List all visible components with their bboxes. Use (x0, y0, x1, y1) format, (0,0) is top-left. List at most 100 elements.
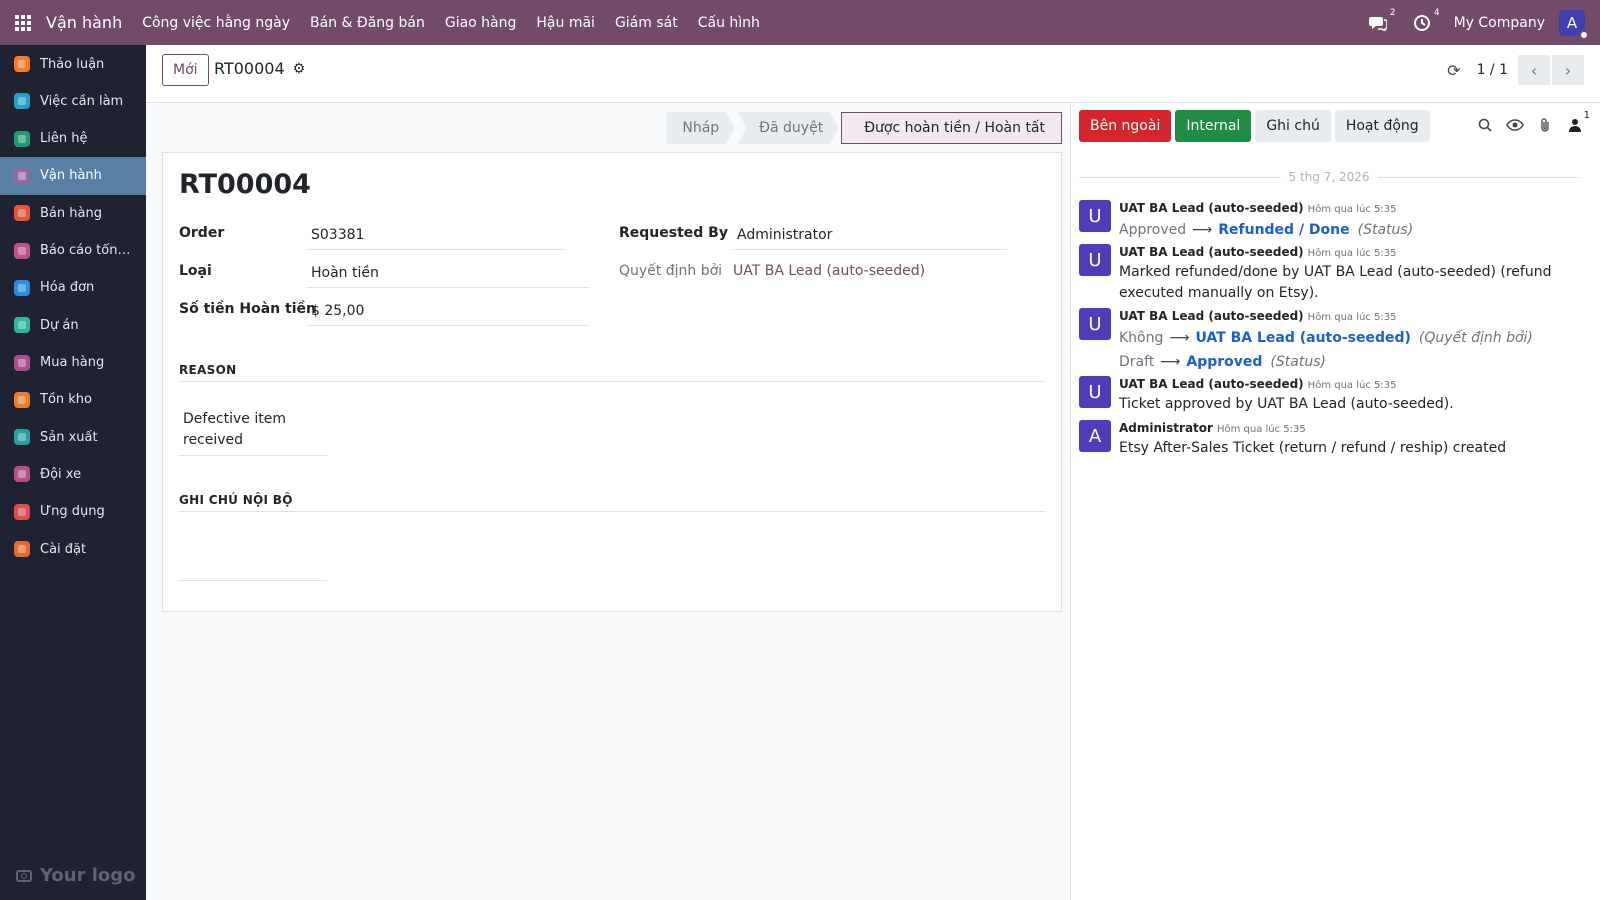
author-avatar[interactable]: U (1079, 244, 1111, 276)
message-time: Hôm qua lúc 5:35 (1307, 380, 1397, 391)
activity-button[interactable]: Hoạt động (1334, 110, 1430, 142)
apps-icon (12, 502, 32, 522)
message-text: Marked refunded/done by UAT BA Lead (aut… (1119, 264, 1552, 301)
eye-icon[interactable] (1506, 116, 1524, 134)
sidebar-item[interactable]: Sản xuất (0, 418, 146, 456)
sidebar-item[interactable]: Hóa đơn (0, 269, 146, 307)
sidebar-item[interactable]: Liên hệ (0, 120, 146, 158)
message-time: Hôm qua lúc 5:35 (1307, 312, 1397, 323)
chatter: Bên ngoài Internal Ghi chú Hoạt động 1 5… (1070, 104, 1600, 900)
activities-button[interactable]: 4 (1410, 8, 1440, 35)
sidebar-item[interactable]: Thảo luận (0, 45, 146, 83)
refund-amount-label: Số tiền Hoàn tiền (179, 301, 316, 317)
logo-text: Your logo (40, 865, 136, 886)
decided-by-link[interactable]: UAT BA Lead (auto-seeded) (729, 257, 1009, 285)
previous-record-button[interactable]: ‹ (1518, 55, 1550, 85)
menu-daily-work[interactable]: Công việc hằng ngày (142, 15, 290, 31)
sidebar-item[interactable]: Vận hành (0, 156, 146, 195)
sidebar-item-label: Ứng dụng (40, 504, 105, 520)
sidebar-item-label: Đội xe (40, 466, 82, 482)
stage-approved[interactable]: Đã duyệt (737, 112, 839, 144)
menu-monitoring[interactable]: Giám sát (615, 15, 678, 31)
message-text: Etsy After-Sales Ticket (return / refund… (1119, 440, 1507, 456)
message-author[interactable]: UAT BA Lead (auto-seeded) (1119, 377, 1304, 391)
send-external-button[interactable]: Bên ngoài (1079, 110, 1172, 142)
menu-sales-listing[interactable]: Bán & Đăng bán (310, 15, 425, 31)
todo-icon (12, 91, 32, 111)
type-field[interactable]: Hoàn tiền (307, 259, 589, 288)
grid-icon (15, 14, 31, 31)
form-sheet: RT00004 Order S03381 Loại Hoàn tiền Số t… (162, 152, 1062, 612)
message-author[interactable]: UAT BA Lead (auto-seeded) (1119, 309, 1304, 323)
new-value: Approved (1186, 354, 1263, 370)
order-field[interactable]: S03381 (307, 221, 565, 250)
sidebar-item[interactable]: Cài đặt (0, 530, 146, 568)
project-icon (12, 315, 32, 335)
breadcrumb: RT00004 ⚙ (214, 59, 305, 78)
next-record-button[interactable]: › (1552, 55, 1584, 85)
sidebar-item[interactable]: Báo cáo tổng ... (0, 232, 146, 270)
reason-section-title: REASON (179, 363, 1045, 382)
record-title: RT00004 (179, 169, 311, 200)
menu-delivery[interactable]: Giao hàng (445, 15, 517, 31)
invoice-icon (12, 278, 32, 298)
internal-note-field[interactable] (179, 573, 327, 581)
app-brand[interactable]: Vận hành (46, 13, 122, 32)
pager: ⟳ 1 / 1 ‹ › (1447, 55, 1584, 85)
author-avatar[interactable]: U (1079, 376, 1111, 408)
followers-count: 1 (1583, 110, 1590, 121)
sidebar-item[interactable]: Dự án (0, 306, 146, 344)
paperclip-icon[interactable] (1536, 116, 1554, 134)
sidebar-item[interactable]: Tồn kho (0, 381, 146, 419)
sidebar-item-label: Mua hàng (40, 355, 105, 370)
message-author[interactable]: UAT BA Lead (auto-seeded) (1119, 245, 1304, 259)
refund-amount-field[interactable]: $ 25,00 (307, 297, 589, 326)
messages-button[interactable]: 2 (1366, 8, 1396, 35)
followers-button[interactable]: 1 (1566, 110, 1590, 134)
sidebar-item[interactable]: Đội xe (0, 455, 146, 493)
search-icon[interactable] (1476, 116, 1494, 134)
presence-indicator (1579, 29, 1589, 40)
arrow-right-icon: ⟶ (1160, 354, 1181, 370)
message-time: Hôm qua lúc 5:35 (1307, 248, 1397, 259)
chatter-tools: 1 (1464, 110, 1590, 134)
gear-icon[interactable]: ⚙ (293, 61, 306, 77)
send-internal-button[interactable]: Internal (1175, 110, 1252, 142)
arrow-right-icon: ⟶ (1192, 222, 1213, 238)
tracked-field: (Status) (1357, 222, 1414, 238)
requested-by-field[interactable]: Administrator (733, 221, 1007, 250)
stage-refunded-done[interactable]: Được hoàn tiền / Hoàn tất (841, 112, 1062, 144)
author-avatar[interactable]: U (1079, 200, 1111, 232)
sidebar-item-label: Việc cần làm (40, 93, 124, 109)
pager-value[interactable]: 1 / 1 (1477, 62, 1508, 78)
menu-configuration[interactable]: Cấu hình (698, 15, 760, 31)
message-author[interactable]: Administrator (1119, 421, 1213, 435)
breadcrumb-record: RT00004 (214, 59, 285, 78)
sidebar-item[interactable]: Ứng dụng (0, 493, 146, 531)
tracked-field: (Quyết định bởi) (1418, 330, 1533, 346)
date-separator-label: 5 thg 7, 2026 (1288, 170, 1370, 184)
reason-field[interactable]: Defective item received (179, 405, 327, 456)
menu-after-sales[interactable]: Hậu mãi (536, 15, 595, 31)
refresh-icon[interactable]: ⟳ (1447, 61, 1460, 80)
stage-draft[interactable]: Nháp (666, 112, 735, 144)
log-note-button[interactable]: Ghi chú (1255, 110, 1331, 142)
user-avatar[interactable]: A (1559, 9, 1589, 40)
sidebar-item[interactable]: Bán hàng (0, 194, 146, 232)
new-value: UAT BA Lead (auto-seeded) (1195, 330, 1411, 346)
internal-note-section-title: GHI CHÚ NỘI BỘ (179, 493, 1045, 512)
sidebar-item[interactable]: Việc cần làm (0, 82, 146, 120)
new-button[interactable]: Mới (162, 54, 209, 86)
sidebar-item[interactable]: Mua hàng (0, 344, 146, 382)
author-avatar[interactable]: A (1079, 420, 1111, 452)
chat-bubble-icon (1368, 16, 1387, 31)
sidebar-item-label: Liên hệ (40, 131, 88, 147)
message-author[interactable]: UAT BA Lead (auto-seeded) (1119, 201, 1304, 215)
messages-count-badge: 2 (1389, 7, 1396, 18)
purchase-icon (12, 353, 32, 373)
activities-count-badge: 4 (1433, 7, 1440, 18)
app-menu-button[interactable] (0, 0, 46, 45)
author-avatar[interactable]: U (1079, 308, 1111, 340)
company-logo: Your logo (16, 865, 136, 886)
company-switcher[interactable]: My Company (1454, 15, 1545, 31)
